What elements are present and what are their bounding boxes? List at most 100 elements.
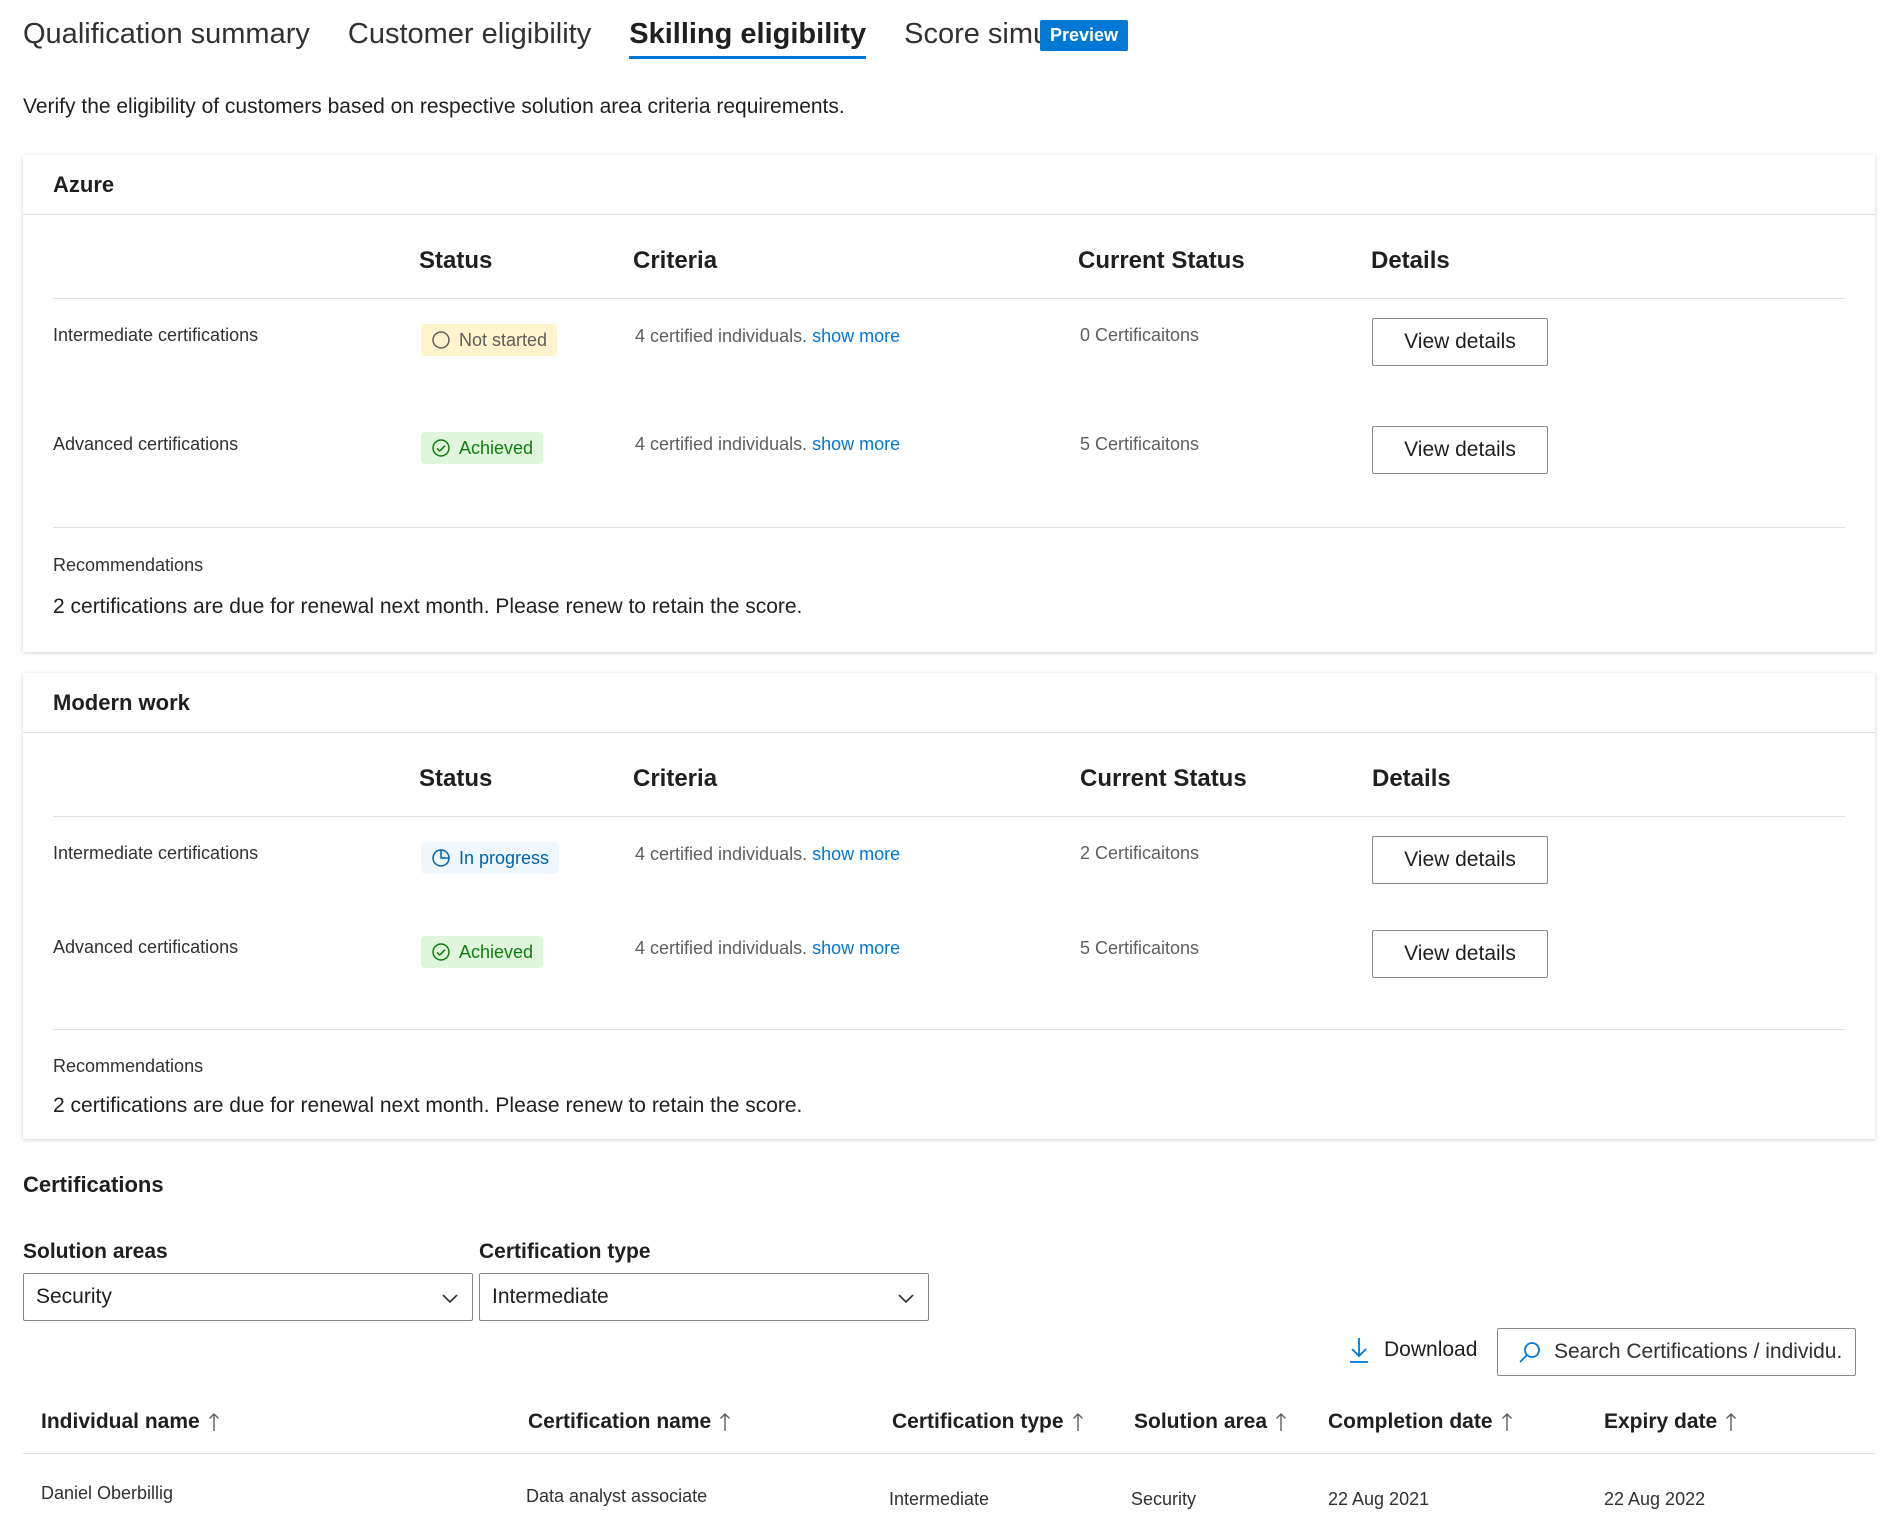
column-header-completion-date[interactable]: Completion date <box>1328 1410 1513 1434</box>
recommendations-label: Recommendations <box>53 555 204 575</box>
certification-type-value: Intermediate <box>492 1285 609 1308</box>
tab-bar: Qualification summary Customer eligibili… <box>23 18 1144 68</box>
search-box <box>1497 1328 1856 1376</box>
column-header-solution-area[interactable]: Solution area <box>1134 1410 1287 1434</box>
cell-solution-area: Security <box>1131 1489 1197 1509</box>
tab-qualification-summary[interactable]: Qualification summary <box>23 18 310 59</box>
show-more-link[interactable]: show more <box>812 844 900 864</box>
column-header-label: Solution area <box>1134 1410 1268 1433</box>
column-header-label: Completion date <box>1328 1410 1493 1433</box>
column-header-label: Expiry date <box>1604 1410 1718 1433</box>
chevron-down-icon <box>442 1294 458 1304</box>
column-header-criteria: Criteria <box>633 765 718 792</box>
search-icon <box>1519 1342 1540 1363</box>
show-more-link[interactable]: show more <box>812 938 900 958</box>
column-header-certification-name[interactable]: Certification name <box>528 1410 731 1434</box>
status-badge-in-progress: In progress <box>421 842 560 874</box>
solution-areas-value: Security <box>36 1285 112 1308</box>
view-details-button[interactable]: View details <box>1372 318 1548 366</box>
divider <box>53 1029 1845 1030</box>
sort-arrow-up-icon <box>1072 1413 1083 1431</box>
sort-arrow-up-icon <box>1276 1413 1287 1431</box>
column-header-certification-type[interactable]: Certification type <box>892 1410 1084 1434</box>
cell-expiry-date: 22 Aug 2022 <box>1604 1489 1706 1509</box>
chevron-down-icon <box>898 1294 914 1304</box>
current-status-value: 0 Certificaitons <box>1080 325 1200 345</box>
modern-work-card-body: Status Criteria Current Status Details I… <box>53 733 1845 1139</box>
column-header-criteria: Criteria <box>633 247 718 274</box>
recommendations-text: 2 certifications are due for renewal nex… <box>53 1094 803 1117</box>
row-label-intermediate: Intermediate certifications <box>53 843 259 863</box>
status-badge-label: In progress <box>459 847 550 868</box>
sort-arrow-up-icon <box>1726 1413 1737 1431</box>
sort-arrow-up-icon <box>720 1413 731 1431</box>
status-badge-label: Achieved <box>459 941 534 962</box>
sort-arrow-up-icon <box>208 1413 219 1431</box>
solution-areas-label: Solution areas <box>23 1240 168 1263</box>
tab-customer-eligibility[interactable]: Customer eligibility <box>348 18 591 59</box>
sort-arrow-up-icon <box>1501 1413 1512 1431</box>
view-details-button[interactable]: View details <box>1372 836 1548 884</box>
criteria-text: 4 certified individuals. show more <box>635 434 900 455</box>
azure-card-body: Status Criteria Current Status Details I… <box>53 215 1845 652</box>
cell-individual-name: Daniel Oberbillig <box>41 1483 174 1503</box>
preview-badge: Preview <box>1040 20 1129 51</box>
column-header-status: Status <box>419 765 493 792</box>
column-header-current-status: Current Status <box>1078 247 1245 274</box>
divider <box>53 816 1845 817</box>
status-badge-label: Not started <box>459 329 548 350</box>
criteria-description: 4 certified individuals. <box>635 844 808 864</box>
divider <box>23 1453 1875 1454</box>
download-button[interactable]: Download <box>1348 1337 1477 1363</box>
row-label-advanced: Advanced certifications <box>53 434 239 454</box>
column-header-label: Individual name <box>41 1410 200 1433</box>
column-header-label: Certification type <box>892 1410 1064 1433</box>
status-badge-achieved: Achieved <box>421 432 544 464</box>
progress-circle-icon <box>432 849 450 867</box>
view-details-button[interactable]: View details <box>1372 930 1548 978</box>
recommendations-label: Recommendations <box>53 1056 204 1076</box>
cell-completion-date: 22 Aug 2021 <box>1328 1489 1430 1509</box>
column-header-status: Status <box>419 247 493 274</box>
criteria-text: 4 certified individuals. show more <box>635 844 900 865</box>
current-status-value: 5 Certificaitons <box>1080 938 1200 958</box>
check-circle-icon <box>432 439 450 457</box>
azure-card-title: Azure <box>23 155 1875 215</box>
certifications-title: Certifications <box>23 1172 164 1197</box>
criteria-description: 4 certified individuals. <box>635 938 808 958</box>
recommendations-text: 2 certifications are due for renewal nex… <box>53 595 803 618</box>
cell-certification-name: Data analyst associate <box>526 1486 708 1506</box>
divider <box>53 527 1845 528</box>
certification-type-label: Certification type <box>479 1240 651 1263</box>
solution-areas-dropdown[interactable]: Security <box>23 1273 473 1321</box>
column-header-current-status: Current Status <box>1080 765 1247 792</box>
row-label-intermediate: Intermediate certifications <box>53 325 259 345</box>
circle-outline-icon <box>432 331 450 349</box>
criteria-text: 4 certified individuals. show more <box>635 326 900 347</box>
cell-certification-type: Intermediate <box>889 1489 990 1509</box>
page-description: Verify the eligibility of customers base… <box>23 95 845 118</box>
column-header-expiry-date[interactable]: Expiry date <box>1604 1410 1737 1434</box>
status-badge-not-started: Not started <box>421 324 558 356</box>
column-header-individual-name[interactable]: Individual name <box>41 1410 220 1434</box>
search-input[interactable] <box>1554 1340 1854 1364</box>
show-more-link[interactable]: show more <box>812 434 900 454</box>
status-badge-achieved: Achieved <box>421 936 544 968</box>
modern-work-card-title: Modern work <box>23 673 1875 733</box>
tab-skilling-eligibility[interactable]: Skilling eligibility <box>629 18 866 59</box>
download-icon <box>1350 1338 1368 1363</box>
show-more-link[interactable]: show more <box>812 326 900 346</box>
certification-type-dropdown[interactable]: Intermediate <box>479 1273 929 1321</box>
check-circle-icon <box>432 943 450 961</box>
divider <box>53 298 1845 299</box>
current-status-value: 5 Certificaitons <box>1080 434 1200 454</box>
criteria-description: 4 certified individuals. <box>635 434 808 454</box>
download-label: Download <box>1384 1338 1478 1361</box>
azure-card: Azure Status Criteria Current Status Det… <box>23 155 1875 652</box>
modern-work-card: Modern work Status Criteria Current Stat… <box>23 673 1875 1139</box>
status-badge-label: Achieved <box>459 437 534 458</box>
column-header-details: Details <box>1371 247 1450 274</box>
current-status-value: 2 Certificaitons <box>1080 843 1200 863</box>
view-details-button[interactable]: View details <box>1372 426 1548 474</box>
criteria-text: 4 certified individuals. show more <box>635 938 900 959</box>
